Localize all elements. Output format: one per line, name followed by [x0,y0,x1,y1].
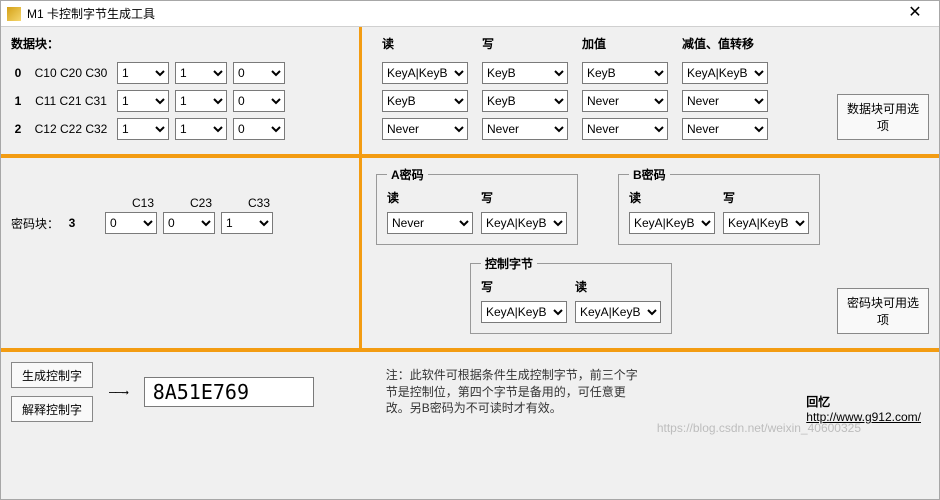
b-key-group: B密码 读 写 KeyA|KeyB KeyA|KeyB [618,166,820,245]
a-key-group: A密码 读 写 Never KeyA|KeyB [376,166,578,245]
ctrl-read-select[interactable]: KeyA|KeyB [575,301,661,323]
hdr-read: 读 [382,35,468,52]
footer-link: 回忆 http://www.g912.com/ [806,393,921,424]
op0-read[interactable]: KeyA|KeyB [382,62,468,84]
key-idx: 3 [65,216,79,230]
hdr-write: 写 [482,35,568,52]
row2-idx: 2 [11,122,25,136]
app-icon [7,7,21,21]
titlebar: M1 卡控制字节生成工具 ✕ [1,1,939,27]
vdivider-2 [359,158,362,348]
op1-inc[interactable]: Never [582,90,668,112]
key-block-left: C13 C23 C33 密码块： 3 0 0 1 [11,166,351,340]
window-title: M1 卡控制字节生成工具 [27,5,895,22]
c13-head: C13 [117,196,169,210]
b-key-legend: B密码 [629,166,670,183]
data-block-right: 读 写 加值 减值、值转移 KeyA|KeyB KeyB KeyB KeyA|K… [370,35,929,146]
key-label: 密码块： [11,215,59,232]
arrow-icon: ——→ [109,385,128,399]
c33-head: C33 [233,196,285,210]
ctrl-write-select[interactable]: KeyA|KeyB [481,301,567,323]
b-read-select[interactable]: KeyA|KeyB [629,212,715,234]
close-icon[interactable]: ✕ [895,2,935,26]
data-block-pane: 数据块： 0 C10 C20 C30 1 1 0 1 C11 C21 C31 1… [1,27,939,154]
vdivider-1 [359,27,362,154]
key-block-pane: C13 C23 C33 密码块： 3 0 0 1 A密码 读 写 [1,158,939,348]
hdr-dec: 减值、值转移 [682,35,768,52]
op2-dec[interactable]: Never [682,118,768,140]
key-options-button[interactable]: 密码块可用选项 [837,288,929,334]
key-row: 密码块： 3 0 0 1 [11,212,351,234]
data-block-label: 数据块： [11,35,351,52]
result-pane: 生成控制字 解释控制字 ——→ 注：此软件可根据条件生成控制字节，前三个字节是控… [1,352,939,436]
c23-select[interactable]: 0 [163,212,215,234]
parse-button[interactable]: 解释控制字 [11,396,93,422]
data-row-1: 1 C11 C21 C31 1 1 0 [11,90,351,112]
result-input[interactable] [144,377,314,407]
generate-button[interactable]: 生成控制字 [11,362,93,388]
row1-c2[interactable]: 1 [175,90,227,112]
data-row-2: 2 C12 C22 C32 1 1 0 [11,118,351,140]
op1-read[interactable]: KeyB [382,90,468,112]
row1-idx: 1 [11,94,25,108]
c13-select[interactable]: 0 [105,212,157,234]
row0-bits: C10 C20 C30 [31,66,111,80]
a-read-select[interactable]: Never [387,212,473,234]
row0-idx: 0 [11,66,25,80]
row1-c3[interactable]: 0 [233,90,285,112]
row0-c1[interactable]: 1 [117,62,169,84]
a-write-label: 写 [481,189,567,206]
op2-inc[interactable]: Never [582,118,668,140]
op0-inc[interactable]: KeyB [582,62,668,84]
a-key-legend: A密码 [387,166,428,183]
b-read-label: 读 [629,189,715,206]
ctrl-legend: 控制字节 [481,255,537,272]
op-row-0: KeyA|KeyB KeyB KeyB KeyA|KeyB [370,62,929,84]
key-block-right: A密码 读 写 Never KeyA|KeyB B密码 读 写 [370,166,929,340]
c33-select[interactable]: 1 [221,212,273,234]
row0-c3[interactable]: 0 [233,62,285,84]
b-write-select[interactable]: KeyA|KeyB [723,212,809,234]
ctrl-group: 控制字节 写 读 KeyA|KeyB KeyA|KeyB [470,255,672,334]
result-box [144,377,314,407]
op2-read[interactable]: Never [382,118,468,140]
row1-bits: C11 C21 C31 [31,94,111,108]
key-groups: A密码 读 写 Never KeyA|KeyB B密码 读 写 [370,166,929,245]
row2-bits: C12 C22 C32 [31,122,111,136]
op0-write[interactable]: KeyB [482,62,568,84]
c23-head: C23 [175,196,227,210]
op1-dec[interactable]: Never [682,90,768,112]
data-block-left: 数据块： 0 C10 C20 C30 1 1 0 1 C11 C21 C31 1… [11,35,351,146]
data-options-button[interactable]: 数据块可用选项 [837,94,929,140]
op1-write[interactable]: KeyB [482,90,568,112]
a-read-label: 读 [387,189,473,206]
row2-c1[interactable]: 1 [117,118,169,140]
row0-c2[interactable]: 1 [175,62,227,84]
row2-c2[interactable]: 1 [175,118,227,140]
note-text: 注：此软件可根据条件生成控制字节，前三个字节是控制位，第四个字节是备用的，可任意… [386,367,646,417]
op2-write[interactable]: Never [482,118,568,140]
hdr-inc: 加值 [582,35,668,52]
footer-url[interactable]: http://www.g912.com/ [806,410,921,424]
data-row-0: 0 C10 C20 C30 1 1 0 [11,62,351,84]
b-write-label: 写 [723,189,809,206]
op0-dec[interactable]: KeyA|KeyB [682,62,768,84]
row2-c3[interactable]: 0 [233,118,285,140]
footer-name: 回忆 [806,393,921,410]
gen-buttons: 生成控制字 解释控制字 [11,362,93,422]
ctrl-write-label: 写 [481,278,567,295]
op-headers: 读 写 加值 减值、值转移 [370,35,929,52]
ctrl-read-label: 读 [575,278,661,295]
a-write-select[interactable]: KeyA|KeyB [481,212,567,234]
row1-c1[interactable]: 1 [117,90,169,112]
app-window: M1 卡控制字节生成工具 ✕ 数据块： 0 C10 C20 C30 1 1 0 … [0,0,940,500]
